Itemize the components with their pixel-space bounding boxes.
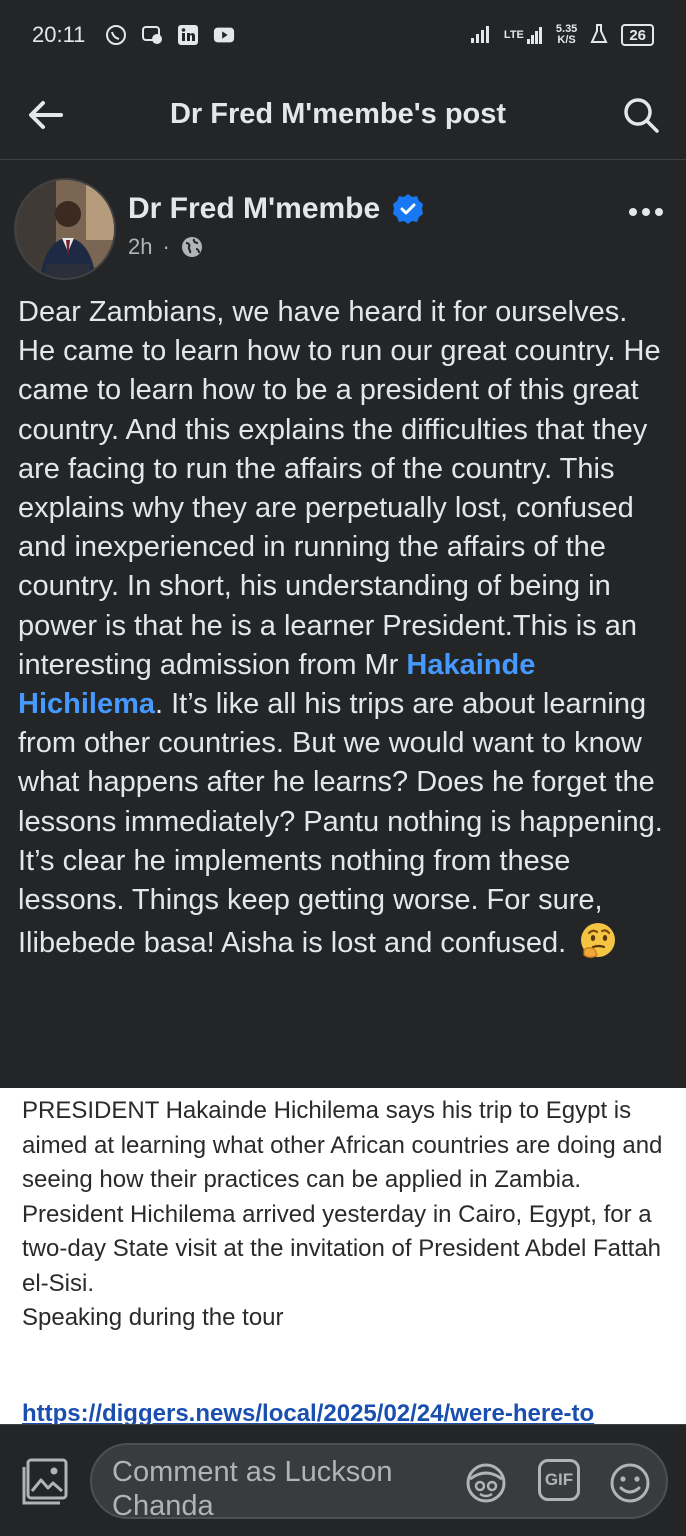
post-text: Dear Zambians, we have heard it for ours… [18, 293, 668, 963]
post-meta: 2h · [128, 234, 204, 260]
youtube-icon [213, 24, 235, 46]
net-speed-unit: K/S [557, 34, 576, 46]
status-bar: 20:11 LTE 5.35 K/S 26 [0, 0, 686, 70]
globe-icon [181, 237, 202, 257]
signal-icon [470, 24, 492, 47]
article-paragraph: Speaking during the tour [22, 1304, 284, 1331]
comment-input[interactable]: Comment as Luckson Chanda GIF [90, 1443, 668, 1519]
thinking-face-emoji-icon [581, 923, 616, 959]
messenger-chat-icon [141, 24, 163, 46]
status-right: LTE 5.35 K/S 26 [470, 23, 654, 48]
emoji-icon[interactable] [606, 1459, 654, 1507]
comment-bar: Comment as Luckson Chanda GIF [0, 1424, 686, 1536]
post-author-row: Dr Fred M'membe 2h · [0, 170, 686, 285]
avatar-sticker-icon[interactable] [462, 1459, 510, 1507]
lte-signal-icon: LTE [504, 25, 544, 45]
post-time[interactable]: 2h [128, 234, 152, 260]
status-left: 20:11 [32, 22, 235, 48]
article-link: https://diggers.news/local/2025/02/24/we… [22, 1400, 595, 1424]
more-dot [629, 208, 637, 216]
lab-flask-icon [589, 23, 609, 48]
more-options-button[interactable] [626, 192, 666, 232]
photo-icon [22, 1458, 68, 1505]
more-dot [642, 208, 650, 216]
linkedin-icon [177, 24, 199, 46]
gif-button[interactable]: GIF [538, 1459, 580, 1501]
network-label: LTE [503, 29, 524, 41]
whatsapp-icon [105, 24, 127, 46]
status-time: 20:11 [32, 22, 86, 47]
avatar[interactable] [14, 178, 116, 280]
article-paragraph: President Hichilema arrived yesterday in… [22, 1200, 662, 1297]
gif-label: GIF [544, 1470, 574, 1489]
page-title: Dr Fred M'membe's post [169, 98, 507, 130]
article-paragraph: PRESIDENT Hakainde Hichilema says his tr… [22, 1097, 663, 1193]
battery-indicator: 26 [621, 24, 654, 46]
verified-badge-icon [393, 194, 424, 224]
post-text-part2: . It’s like all his trips are about lear… [18, 688, 663, 960]
meta-separator: · [162, 234, 170, 259]
comment-placeholder: Comment as Luckson Chanda [112, 1456, 393, 1519]
back-button[interactable] [0, 70, 90, 160]
post-text-part1: Dear Zambians, we have heard it for ours… [18, 296, 661, 681]
search-button[interactable] [596, 70, 686, 160]
post-header: Dr Fred M'membe's post [0, 70, 686, 160]
net-speed: 5.35 K/S [556, 24, 577, 46]
add-photo-button[interactable] [20, 1457, 70, 1507]
attached-image[interactable]: PRESIDENT Hakainde Hichilema says his tr… [0, 1088, 686, 1424]
author-name-row: Dr Fred M'membe [128, 192, 424, 226]
arrow-left-icon [29, 100, 63, 129]
attached-article-text: PRESIDENT Hakainde Hichilema says his tr… [22, 1094, 682, 1336]
search-icon [624, 97, 659, 133]
author-name[interactable]: Dr Fred M'membe [128, 192, 380, 226]
more-dot [655, 208, 663, 216]
